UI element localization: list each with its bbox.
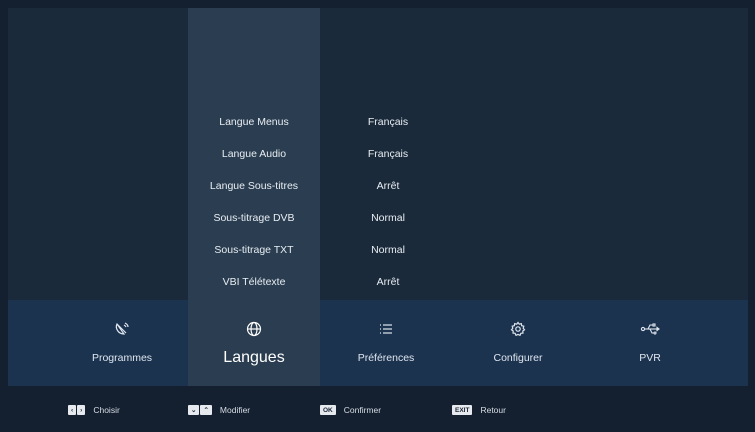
- setting-value[interactable]: Français: [338, 148, 438, 160]
- hint-label: Choisir: [93, 405, 120, 415]
- list-icon: [320, 320, 452, 338]
- globe-icon: [188, 320, 320, 338]
- down-arrow-key-icon: ⌄: [188, 405, 200, 415]
- exit-key-icon: EXIT: [452, 405, 473, 415]
- menu-item-programmes[interactable]: Programmes: [56, 300, 188, 386]
- setting-value[interactable]: Normal: [338, 212, 438, 224]
- hint-label: Retour: [480, 405, 506, 415]
- hint-choose: ‹ › Choisir: [68, 404, 120, 416]
- satellite-dish-icon: [56, 320, 188, 338]
- setting-row-menu-language[interactable]: Langue Menus Français: [188, 108, 488, 140]
- setting-label: Langue Audio: [221, 148, 287, 160]
- setting-label: Langue Sous-titres: [209, 180, 299, 192]
- menu-item-configurer[interactable]: Configurer: [452, 300, 584, 386]
- setting-value[interactable]: Arrêt: [338, 276, 438, 288]
- hint-label: Confirmer: [343, 405, 382, 415]
- menu-item-pvr[interactable]: PVR: [584, 300, 716, 386]
- up-arrow-key-icon: ⌃: [200, 405, 212, 415]
- setting-row-subtitle-language[interactable]: Langue Sous-titres Arrêt: [188, 172, 488, 204]
- menu-label: Configurer: [493, 352, 543, 364]
- setting-label: Langue Menus: [219, 116, 289, 128]
- setting-row-dvb-subtitles[interactable]: Sous-titrage DVB Normal: [188, 204, 488, 236]
- setting-label: Sous-titrage TXT: [214, 244, 294, 256]
- hint-modify: ⌄ ⌃ Modifier: [188, 404, 250, 416]
- setting-row-audio-language[interactable]: Langue Audio Français: [188, 140, 488, 172]
- hint-label: Modifier: [219, 405, 251, 415]
- menu-label: Préférences: [357, 352, 415, 364]
- setting-label: VBI Télétexte: [222, 276, 286, 288]
- setting-label: Sous-titrage DVB: [213, 212, 295, 224]
- menu-item-preferences[interactable]: Préférences: [320, 300, 452, 386]
- setting-value[interactable]: Arrêt: [338, 180, 438, 192]
- setting-row-vbi-teletext[interactable]: VBI Télétexte Arrêt: [188, 268, 488, 300]
- right-arrow-key-icon: ›: [77, 405, 86, 415]
- ok-key-icon: OK: [320, 405, 336, 415]
- setting-value[interactable]: Français: [338, 116, 438, 128]
- menu-label: Langues: [223, 349, 285, 366]
- usb-icon: [584, 320, 716, 338]
- left-arrow-key-icon: ‹: [68, 405, 77, 415]
- menu-label: PVR: [639, 352, 661, 364]
- setting-value[interactable]: Normal: [338, 244, 438, 256]
- gear-icon: [452, 320, 584, 338]
- menu-label: Programmes: [91, 352, 153, 364]
- menu-item-langues[interactable]: Langues: [188, 300, 320, 386]
- hint-confirm: OK Confirmer: [320, 404, 381, 416]
- setting-row-txt-subtitles[interactable]: Sous-titrage TXT Normal: [188, 236, 488, 268]
- hint-back: EXIT Retour: [452, 404, 506, 416]
